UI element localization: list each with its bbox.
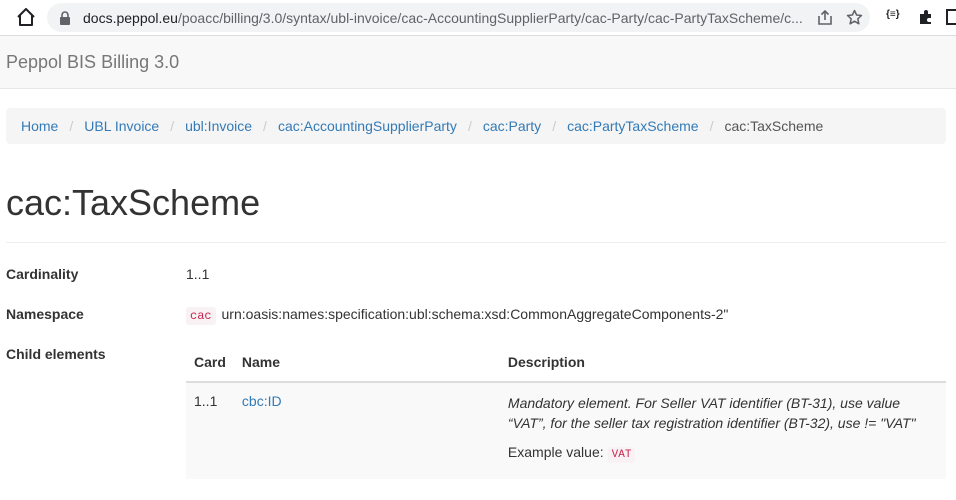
breadcrumb-party-tax-scheme[interactable]: cac:PartyTaxScheme bbox=[567, 118, 699, 134]
address-bar[interactable]: docs.peppol.eu/poacc/billing/3.0/syntax/… bbox=[47, 3, 870, 32]
breadcrumb-accounting-supplier-party[interactable]: cac:AccountingSupplierParty bbox=[278, 118, 457, 134]
page-title: cac:TaxScheme bbox=[6, 182, 261, 223]
table-header-row: Card Name Description bbox=[186, 343, 946, 383]
column-header-name: Name bbox=[233, 343, 500, 383]
breadcrumb-separator: / bbox=[263, 118, 267, 134]
star-icon[interactable] bbox=[846, 9, 863, 26]
share-icon[interactable] bbox=[817, 10, 833, 26]
breadcrumb-party[interactable]: cac:Party bbox=[483, 118, 541, 134]
namespace-label: Namespace bbox=[6, 306, 84, 322]
example-value-code: VAT bbox=[607, 447, 636, 463]
breadcrumb-separator: / bbox=[467, 118, 472, 134]
child-elements-table: Card Name Description 1..1 cbc:ID Mandat… bbox=[186, 343, 946, 479]
brand-link[interactable]: Peppol BIS Billing 3.0 bbox=[6, 52, 179, 73]
home-icon[interactable] bbox=[15, 6, 37, 28]
breadcrumb-current: cac:TaxScheme bbox=[724, 118, 824, 134]
table-row: 1..1 cbc:ID Mandatory element. For Selle… bbox=[186, 382, 946, 479]
namespace-prefix: cac bbox=[186, 307, 216, 325]
extension-icon[interactable]: {≡} bbox=[886, 9, 900, 20]
child-element-link[interactable]: cbc:ID bbox=[242, 393, 282, 409]
breadcrumb-separator: / bbox=[69, 118, 74, 134]
top-navbar: Peppol BIS Billing 3.0 bbox=[0, 36, 956, 89]
cardinality-value: 1..1 bbox=[186, 266, 210, 282]
breadcrumb-separator: / bbox=[709, 118, 714, 134]
cardinality-label: Cardinality bbox=[6, 266, 79, 282]
row-description: Mandatory element. For Seller VAT identi… bbox=[507, 395, 916, 431]
child-elements-label: Child elements bbox=[6, 346, 106, 362]
breadcrumb-separator: / bbox=[552, 118, 557, 134]
row-name-cell: cbc:ID bbox=[233, 382, 500, 479]
breadcrumb: Home / UBL Invoice / ubl:Invoice / cac:A… bbox=[6, 108, 946, 144]
breadcrumb-home[interactable]: Home bbox=[21, 118, 58, 134]
row-description-cell: Mandatory element. For Seller VAT identi… bbox=[499, 382, 946, 479]
namespace-uri: urn:oasis:names:specification:ubl:schema… bbox=[221, 306, 729, 322]
lock-icon[interactable] bbox=[59, 11, 71, 25]
title-divider bbox=[6, 242, 946, 243]
row-card: 1..1 bbox=[186, 382, 234, 479]
side-panel-icon[interactable] bbox=[946, 9, 956, 25]
url-text[interactable]: docs.peppol.eu/poacc/billing/3.0/syntax/… bbox=[83, 10, 849, 26]
example-value-label: Example value: bbox=[507, 444, 604, 460]
breadcrumb-ubl-invoice-element[interactable]: ubl:Invoice bbox=[185, 118, 252, 134]
puzzle-icon[interactable] bbox=[918, 9, 934, 25]
namespace-value: cac urn:oasis:names:specification:ubl:sc… bbox=[186, 306, 729, 325]
browser-toolbar: docs.peppol.eu/poacc/billing/3.0/syntax/… bbox=[0, 0, 956, 36]
column-header-description: Description bbox=[499, 343, 946, 383]
breadcrumb-ubl-invoice[interactable]: UBL Invoice bbox=[84, 118, 159, 134]
breadcrumb-separator: / bbox=[170, 118, 175, 134]
column-header-card: Card bbox=[186, 343, 234, 383]
example-value-line: Example value: VAT bbox=[507, 444, 938, 463]
